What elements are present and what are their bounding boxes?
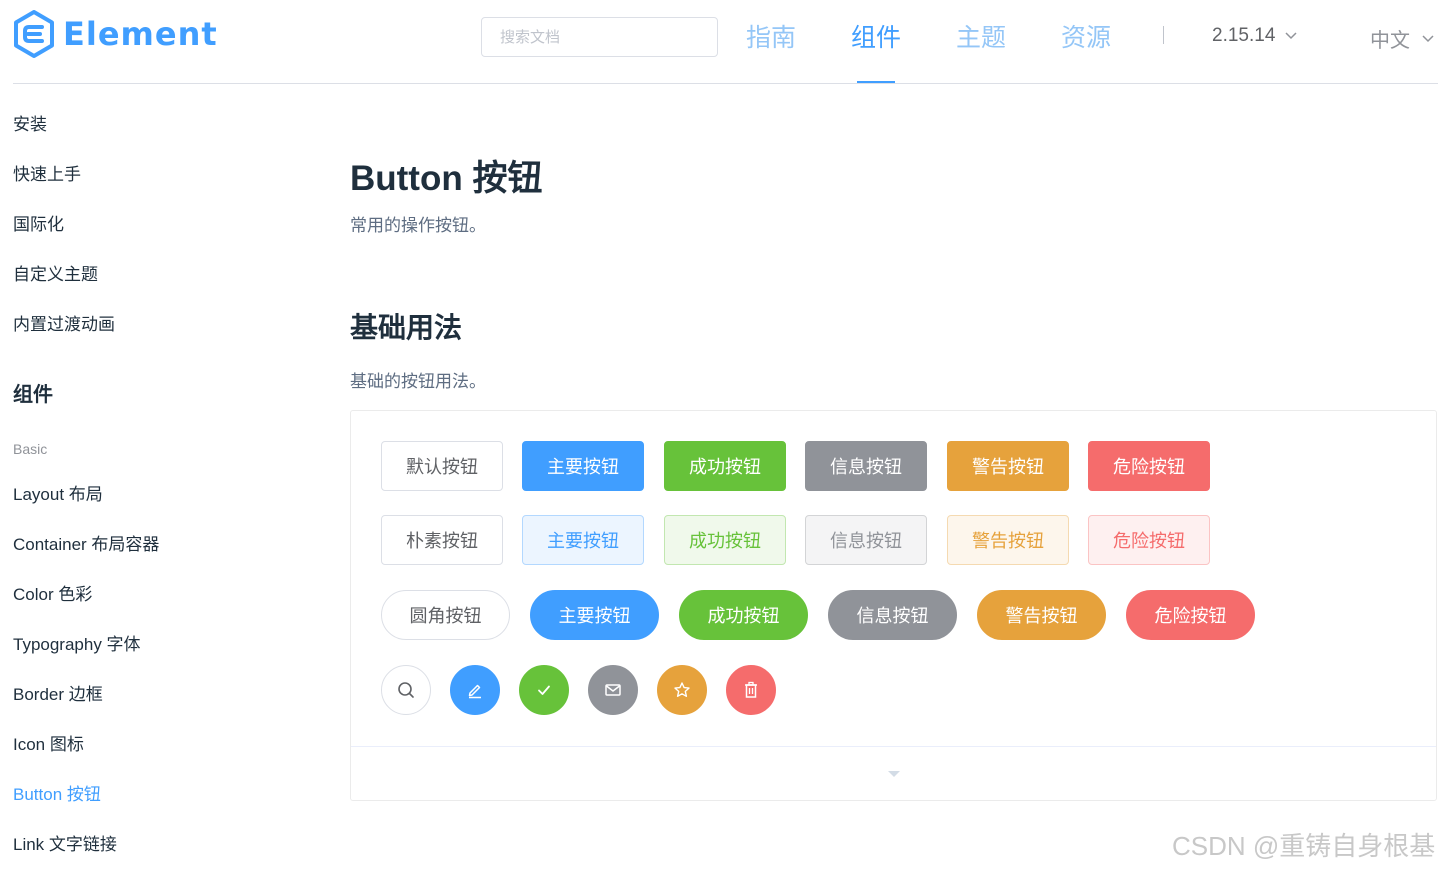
- version-select[interactable]: 2.15.14: [1212, 25, 1297, 47]
- primary-button[interactable]: 主要按钮: [522, 441, 644, 491]
- message-icon: [605, 684, 621, 696]
- sidebar-subgroup-title: Basic: [13, 441, 48, 457]
- sidebar-item-color[interactable]: Color 色彩: [13, 580, 92, 605]
- sidebar-group-title: 组件: [13, 384, 53, 406]
- page-description: 常用的操作按钮。: [350, 216, 486, 235]
- nav-separator: [1163, 26, 1164, 44]
- caret-bottom-icon: [887, 771, 900, 777]
- element-logo-icon: [14, 10, 54, 58]
- circle-delete-button[interactable]: [726, 665, 776, 715]
- top-header: Element 指南 组件 主题 资源 2.15.14 中文: [13, 0, 1438, 84]
- chevron-down-icon: [1285, 32, 1297, 40]
- nav-resource[interactable]: 资源: [1061, 18, 1111, 54]
- nav-guide[interactable]: 指南: [746, 18, 796, 54]
- chevron-down-icon: [1422, 34, 1434, 42]
- plain-warning-button[interactable]: 警告按钮: [947, 515, 1069, 565]
- circle-search-button[interactable]: [381, 665, 431, 715]
- round-primary-button[interactable]: 主要按钮: [530, 590, 659, 640]
- section-description: 基础的按钮用法。: [350, 372, 486, 391]
- warning-button[interactable]: 警告按钮: [947, 441, 1069, 491]
- delete-icon: [745, 681, 757, 698]
- sidebar-item-typography[interactable]: Typography 字体: [13, 630, 141, 655]
- round-danger-button[interactable]: 危险按钮: [1126, 590, 1255, 640]
- plain-default-button[interactable]: 朴素按钮: [381, 515, 503, 565]
- page-title: Button 按钮: [350, 159, 543, 198]
- search-docs-input[interactable]: [481, 17, 718, 57]
- plain-success-button[interactable]: 成功按钮: [664, 515, 786, 565]
- plain-info-button[interactable]: 信息按钮: [805, 515, 927, 565]
- info-button[interactable]: 信息按钮: [805, 441, 927, 491]
- sidebar-item-layout[interactable]: Layout 布局: [13, 480, 103, 505]
- sidebar-item-quickstart[interactable]: 快速上手: [13, 160, 81, 185]
- logo-text: Element: [63, 15, 218, 53]
- sidebar-item-container[interactable]: Container 布局容器: [13, 530, 159, 555]
- plain-danger-button[interactable]: 危险按钮: [1088, 515, 1210, 565]
- plain-primary-button[interactable]: 主要按钮: [522, 515, 644, 565]
- edit-icon: [468, 684, 481, 699]
- round-success-button[interactable]: 成功按钮: [679, 590, 808, 640]
- circle-edit-button[interactable]: [450, 665, 500, 715]
- check-icon: [538, 685, 550, 695]
- default-button[interactable]: 默认按钮: [381, 441, 503, 491]
- version-label: 2.15.14: [1212, 25, 1276, 46]
- circle-message-button[interactable]: [588, 665, 638, 715]
- search-icon: [398, 682, 414, 698]
- nav-active-indicator: [857, 81, 895, 83]
- demo-block: 默认按钮 主要按钮 成功按钮 信息按钮 警告按钮 危险按钮 朴素按钮 主要按钮 …: [350, 410, 1437, 801]
- success-button[interactable]: 成功按钮: [664, 441, 786, 491]
- circle-star-button[interactable]: [657, 665, 707, 715]
- sidebar-item-border[interactable]: Border 边框: [13, 680, 103, 705]
- nav-theme[interactable]: 主题: [956, 18, 1006, 54]
- sidebar-item-i18n[interactable]: 国际化: [13, 210, 64, 235]
- round-warning-button[interactable]: 警告按钮: [977, 590, 1106, 640]
- circle-check-button[interactable]: [519, 665, 569, 715]
- demo-expand-control[interactable]: [351, 746, 1436, 801]
- sidebar-item-button[interactable]: Button 按钮: [13, 780, 101, 805]
- section-title: 基础用法: [350, 312, 463, 343]
- round-info-button[interactable]: 信息按钮: [828, 590, 957, 640]
- watermark: CSDN @重铸自身根基: [1172, 831, 1436, 861]
- language-label: 中文: [1370, 30, 1410, 52]
- language-select[interactable]: 中文: [1370, 24, 1434, 53]
- star-icon: [674, 682, 690, 698]
- nav-component[interactable]: 组件: [851, 18, 901, 54]
- sidebar-item-icon[interactable]: Icon 图标: [13, 730, 84, 755]
- sidebar-item-custom-theme[interactable]: 自定义主题: [13, 260, 98, 285]
- demo-source: 默认按钮 主要按钮 成功按钮 信息按钮 警告按钮 危险按钮 朴素按钮 主要按钮 …: [351, 411, 1436, 746]
- sidebar-item-transition[interactable]: 内置过渡动画: [13, 310, 115, 335]
- sidebar-item-install[interactable]: 安装: [13, 110, 47, 135]
- sidebar-item-link[interactable]: Link 文字链接: [13, 830, 117, 855]
- element-logo[interactable]: Element: [13, 10, 218, 58]
- round-default-button[interactable]: 圆角按钮: [381, 590, 510, 640]
- danger-button[interactable]: 危险按钮: [1088, 441, 1210, 491]
